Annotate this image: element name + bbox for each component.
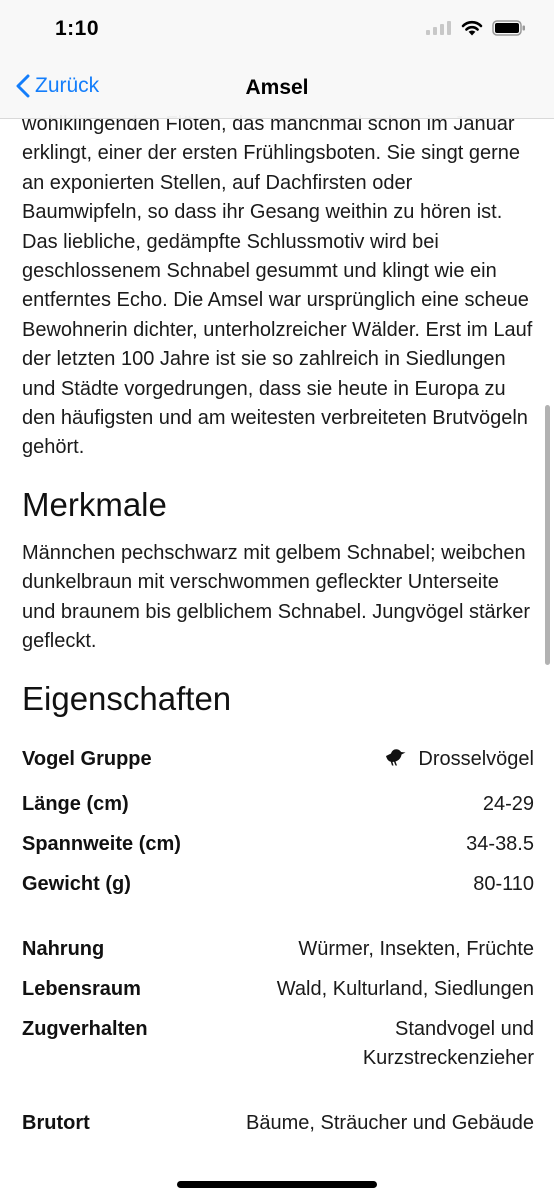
property-row-vogel-gruppe: Vogel Gruppe Drosselvögel bbox=[22, 745, 534, 774]
eigenschaften-heading: Eigenschaften bbox=[22, 679, 232, 717]
property-value: 34-38.5 bbox=[466, 832, 534, 855]
properties-group-breeding: Brutort Bäume, Sträucher und Gebäude bbox=[22, 1109, 534, 1138]
scroll-view[interactable]: wohlklingenden Flöten, das manchmal scho… bbox=[0, 0, 554, 1200]
property-row-brutort: Brutort Bäume, Sträucher und Gebäude bbox=[22, 1109, 534, 1138]
description-paragraph: wohlklingenden Flöten, das manchmal scho… bbox=[22, 113, 533, 459]
property-label: Vogel Gruppe bbox=[22, 747, 152, 770]
battery-icon bbox=[492, 20, 525, 36]
property-label: Spannweite (cm) bbox=[22, 832, 181, 855]
scroll-indicator bbox=[545, 405, 550, 665]
content-column: wohlklingenden Flöten, das manchmal scho… bbox=[22, 110, 534, 1174]
wifi-icon bbox=[461, 20, 483, 36]
property-value: 24-29 bbox=[482, 792, 534, 815]
property-row-laenge: Länge (cm) 24-29 bbox=[22, 790, 534, 819]
home-indicator[interactable] bbox=[177, 1181, 377, 1188]
bird-icon bbox=[386, 748, 406, 765]
merkmale-paragraph: Männchen pechschwarz mit gelbem Schnabel… bbox=[22, 541, 531, 653]
navigation-bar: Zurück Amsel bbox=[0, 58, 554, 119]
property-label: Länge (cm) bbox=[22, 792, 129, 815]
cellular-signal-icon bbox=[426, 21, 451, 35]
property-label: Brutort bbox=[22, 1111, 90, 1134]
property-value-text: Drosselvögel bbox=[418, 747, 534, 770]
property-label: Lebensraum bbox=[22, 977, 141, 1000]
properties-group-measurements: Vogel Gruppe Drosselvögel Länge (cm) 24-… bbox=[22, 745, 534, 899]
property-row-zugverhalten: Zugverhalten Standvogel und Kurzstrecken… bbox=[22, 1015, 534, 1073]
status-time: 1:10 bbox=[55, 17, 100, 40]
property-row-spannweite: Spannweite (cm) 34-38.5 bbox=[22, 830, 534, 859]
property-row-nahrung: Nahrung Würmer, Insekten, Früchte bbox=[22, 935, 534, 964]
property-value: Wald, Kulturland, Siedlungen bbox=[276, 977, 534, 1000]
property-value: Drosselvögel bbox=[384, 745, 534, 774]
properties-group-ecology: Nahrung Würmer, Insekten, Früchte Lebens… bbox=[22, 935, 534, 1073]
property-row-lebensraum: Lebensraum Wald, Kulturland, Siedlungen bbox=[22, 975, 534, 1004]
property-value: Standvogel und Kurzstreckenzieher bbox=[362, 1017, 534, 1069]
status-bar: 1:10 bbox=[0, 0, 554, 58]
status-icons bbox=[426, 20, 526, 36]
page-title: Amsel bbox=[245, 76, 309, 99]
property-value: Bäume, Sträucher und Gebäude bbox=[246, 1111, 534, 1134]
property-value: 80-110 bbox=[473, 872, 534, 895]
property-row-gewicht: Gewicht (g) 80-110 bbox=[22, 870, 534, 899]
property-value: Würmer, Insekten, Früchte bbox=[298, 937, 534, 960]
property-label: Gewicht (g) bbox=[22, 872, 131, 895]
merkmale-heading: Merkmale bbox=[22, 485, 167, 523]
property-label: Zugverhalten bbox=[22, 1017, 148, 1040]
property-label: Nahrung bbox=[22, 937, 105, 960]
